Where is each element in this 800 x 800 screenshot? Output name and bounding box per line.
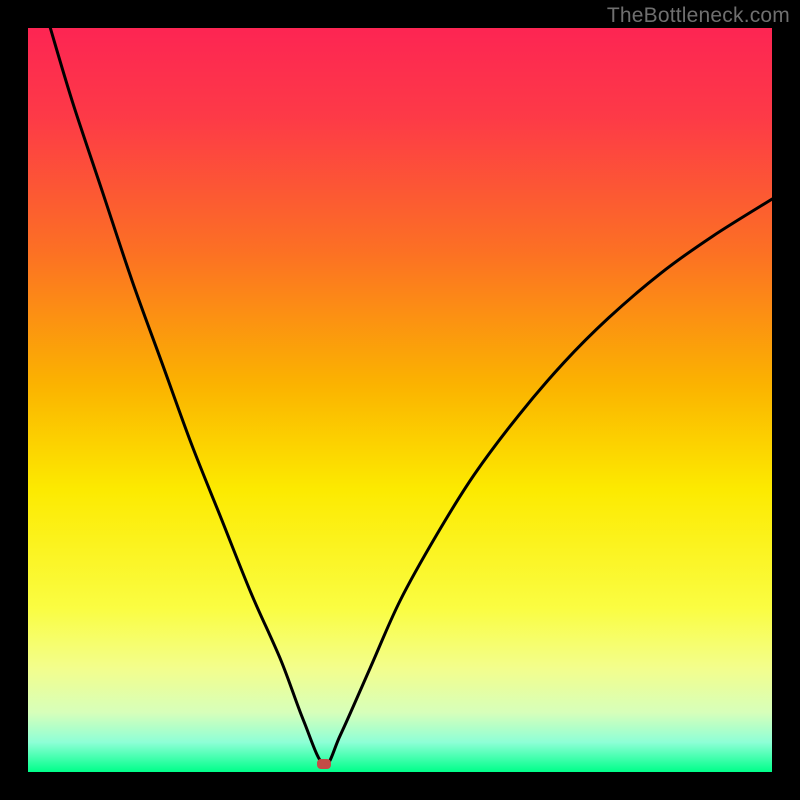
watermark-text: TheBottleneck.com — [607, 4, 790, 28]
plot-area — [28, 28, 772, 772]
optimal-point-marker — [317, 759, 331, 769]
chart-frame: TheBottleneck.com — [0, 0, 800, 800]
bottleneck-curve — [28, 28, 772, 772]
